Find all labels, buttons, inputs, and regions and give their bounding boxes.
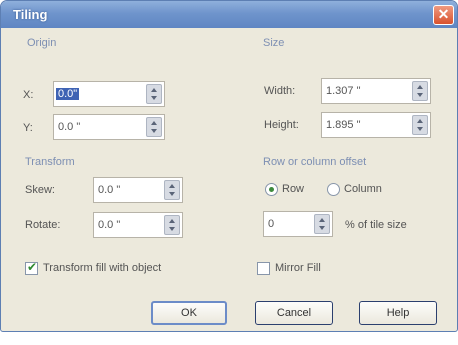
width-label: Width: (264, 85, 296, 97)
origin-group-label: Origin (27, 37, 57, 49)
rotate-label: Rotate: (25, 219, 61, 231)
row-radio[interactable] (265, 183, 278, 196)
offset-percent-field[interactable]: 0 (263, 211, 333, 237)
spin-up-icon[interactable] (151, 88, 157, 92)
spin-down-icon[interactable] (417, 93, 423, 97)
skew-value: 0.0 " (98, 184, 121, 196)
origin-x-field[interactable]: 0.0" (53, 81, 165, 107)
height-field[interactable]: 1.895 " (321, 112, 431, 138)
offset-spin-arrows[interactable] (314, 214, 330, 234)
skew-label: Skew: (25, 184, 55, 196)
rotate-field[interactable]: 0.0 " (93, 212, 183, 238)
origin-x-spin-arrows[interactable] (146, 84, 162, 104)
dialog-title: Tiling (13, 7, 48, 22)
close-icon[interactable]: ✕ (433, 5, 454, 25)
spin-down-icon[interactable] (151, 129, 157, 133)
origin-x-value: 0.0" (56, 88, 80, 100)
title-bar[interactable]: Tiling ✕ (1, 1, 457, 28)
height-label: Height: (264, 119, 299, 131)
column-radio[interactable] (327, 183, 340, 196)
origin-y-label: Y: (23, 122, 33, 134)
spin-down-icon[interactable] (417, 127, 423, 131)
mirror-fill-label[interactable]: Mirror Fill (275, 262, 321, 274)
tiling-dialog: Tiling ✕ Origin X: 0.0" Y: 0.0 " Size Wi… (0, 0, 458, 332)
cancel-button[interactable]: Cancel (255, 301, 333, 325)
skew-spin-arrows[interactable] (164, 180, 180, 200)
origin-y-spin-arrows[interactable] (146, 117, 162, 137)
ok-button[interactable]: OK (151, 301, 227, 325)
rotate-value: 0.0 " (98, 219, 121, 231)
spin-down-icon[interactable] (319, 226, 325, 230)
skew-field[interactable]: 0.0 " (93, 177, 183, 203)
size-group-label: Size (263, 37, 285, 49)
checkmark-icon: ✔ (27, 260, 38, 274)
spin-up-icon[interactable] (417, 85, 423, 89)
spin-down-icon[interactable] (151, 96, 157, 100)
origin-y-value: 0.0 " (58, 121, 81, 133)
origin-x-label: X: (23, 89, 34, 101)
column-radio-label[interactable]: Column (344, 183, 382, 195)
offset-group-label: Row or column offset (263, 156, 367, 168)
spin-up-icon[interactable] (319, 218, 325, 222)
spin-down-icon[interactable] (169, 227, 175, 231)
rotate-spin-arrows[interactable] (164, 215, 180, 235)
offset-percent-value: 0 (268, 218, 275, 230)
mirror-fill-checkbox[interactable] (257, 262, 270, 275)
offset-percent-label: % of tile size (345, 219, 407, 231)
spin-up-icon[interactable] (417, 119, 423, 123)
spin-down-icon[interactable] (169, 192, 175, 196)
transform-group-label: Transform (25, 156, 75, 168)
help-button[interactable]: Help (359, 301, 437, 325)
transform-fill-label[interactable]: Transform fill with object (43, 262, 161, 274)
row-radio-label[interactable]: Row (282, 183, 304, 195)
spin-up-icon[interactable] (169, 219, 175, 223)
width-field[interactable]: 1.307 " (321, 78, 431, 104)
transform-fill-checkbox[interactable]: ✔ (25, 260, 38, 275)
width-spin-arrows[interactable] (412, 81, 428, 101)
origin-y-field[interactable]: 0.0 " (53, 114, 165, 140)
spin-up-icon[interactable] (151, 121, 157, 125)
height-spin-arrows[interactable] (412, 115, 428, 135)
height-value: 1.895 " (326, 119, 361, 131)
width-value: 1.307 " (326, 85, 361, 97)
spin-up-icon[interactable] (169, 184, 175, 188)
